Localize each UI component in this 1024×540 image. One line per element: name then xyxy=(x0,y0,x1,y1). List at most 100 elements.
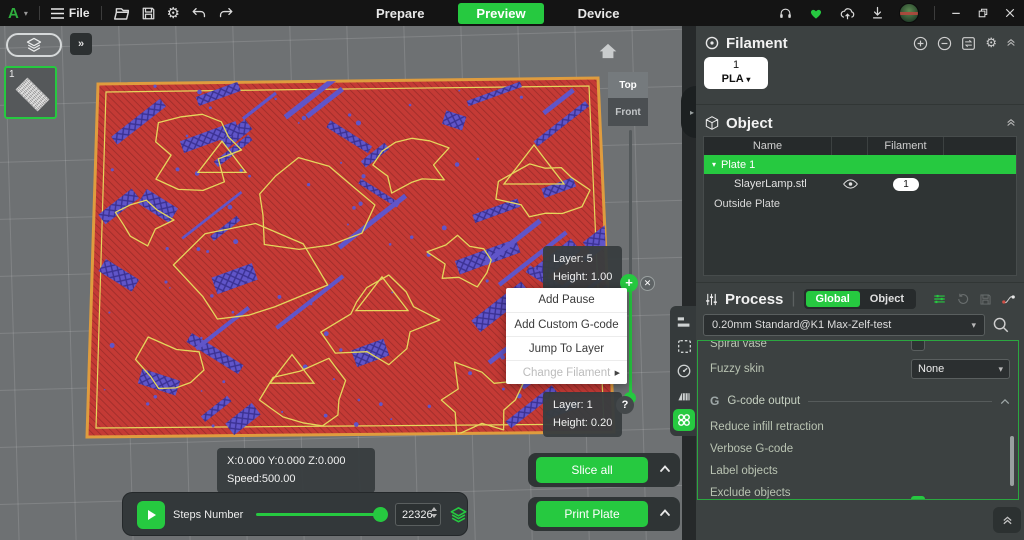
viewport-3d[interactable]: » 1 Top Front Layer: 5 Height: 1.00 + ✕ … xyxy=(0,26,682,540)
close-icon xyxy=(1006,9,1014,17)
maximize-button[interactable] xyxy=(977,7,989,19)
scope-global[interactable]: Global xyxy=(806,291,860,307)
setting-label: Label objects xyxy=(710,465,778,477)
filament-assignment-badge[interactable]: 1 xyxy=(893,178,919,191)
plate-preview-image xyxy=(16,78,50,112)
speed-view-button[interactable] xyxy=(673,360,695,382)
grid-circles-icon xyxy=(684,420,689,425)
setting-reduce-infill-retraction: Reduce infill retraction ✓ xyxy=(698,417,1018,437)
section-gcode-output[interactable]: G G-code output xyxy=(698,391,1018,411)
setting-label: Reduce infill retraction xyxy=(710,421,824,433)
search-settings-button[interactable] xyxy=(992,316,1010,334)
steps-number-input[interactable]: 22326 xyxy=(395,503,441,526)
remove-marker-button[interactable]: ✕ xyxy=(640,276,655,291)
help-button[interactable]: ? xyxy=(616,396,634,414)
caret-down-icon: ▾ xyxy=(746,75,750,84)
viewcube-top-face[interactable]: Top xyxy=(608,72,648,98)
play-button[interactable] xyxy=(137,501,165,529)
outside-plate-label: Outside Plate xyxy=(704,198,832,210)
app-logo[interactable]: A xyxy=(8,5,19,22)
plate-list-expand-button[interactable]: » xyxy=(70,33,92,55)
multi-plate-view-button[interactable] xyxy=(673,409,695,431)
preset-dropdown[interactable]: 0.20mm Standard@K1 Max-Zelf-test ▾ xyxy=(703,314,985,336)
sync-filament-button[interactable] xyxy=(961,36,976,51)
panel-bottom-collapse-button[interactable] xyxy=(993,507,1021,533)
column-extra xyxy=(944,137,1016,155)
filament-slot-card[interactable]: 1 PLA ▾ xyxy=(704,57,768,89)
dashed-square-icon xyxy=(678,341,690,353)
file-menu[interactable]: File xyxy=(51,6,90,20)
tab-preview[interactable]: Preview xyxy=(458,3,543,24)
headset-icon xyxy=(788,14,791,18)
layer-top-value: Layer: 5 xyxy=(553,251,612,269)
menu-item-change-filament[interactable]: Change Filament ▶ xyxy=(506,360,627,384)
print-options-chevron[interactable] xyxy=(659,508,671,517)
steps-slider-thumb[interactable] xyxy=(373,507,388,522)
process-title: Process xyxy=(725,291,783,308)
height-bottom-value: Height: 0.20 xyxy=(553,415,612,433)
scope-object[interactable]: Object xyxy=(860,291,914,307)
download-button[interactable] xyxy=(871,6,884,20)
section-collapse-chevron[interactable] xyxy=(1000,398,1010,405)
logo-chevron-down-icon[interactable]: ▾ xyxy=(24,9,28,18)
steps-slider-track[interactable] xyxy=(256,513,381,516)
save-preset-button[interactable] xyxy=(979,293,992,306)
object-collapse-button[interactable] xyxy=(1006,118,1016,128)
setting-label: Verbose G-code xyxy=(710,443,793,455)
setting-label: Spiral vase xyxy=(710,340,767,350)
tune-parameters-button[interactable] xyxy=(932,292,947,306)
home-view-icon[interactable] xyxy=(598,42,618,60)
marquee-select-button[interactable] xyxy=(673,336,695,358)
user-avatar[interactable] xyxy=(899,3,919,23)
open-folder-button[interactable] xyxy=(113,6,130,21)
object-title: Object xyxy=(726,115,773,132)
spin-up-icon[interactable] xyxy=(431,507,437,511)
setting-label: Exclude objects xyxy=(710,487,791,499)
viewcube-front-face[interactable]: Front xyxy=(608,98,648,126)
minimize-button[interactable] xyxy=(950,7,962,19)
spinner-arrows[interactable] xyxy=(431,507,437,518)
spiral-vase-checkbox[interactable] xyxy=(911,340,925,351)
gcode-section-icon: G xyxy=(710,394,719,408)
slice-options-chevron[interactable] xyxy=(659,464,671,473)
save-button[interactable] xyxy=(141,6,156,21)
cloud-upload-button[interactable] xyxy=(839,6,856,20)
settings-button[interactable]: ⚙ xyxy=(167,4,180,22)
filament-collapse-button[interactable] xyxy=(1006,38,1016,48)
spin-down-icon[interactable] xyxy=(431,514,437,518)
layers-view-button[interactable] xyxy=(6,33,62,57)
advanced-mode-button[interactable] xyxy=(1001,293,1016,306)
fuzzy-skin-select[interactable]: None ▾ xyxy=(911,359,1010,379)
tab-device[interactable]: Device xyxy=(568,4,630,23)
remove-filament-button[interactable] xyxy=(937,36,952,51)
menu-item-add-pause[interactable]: Add Pause xyxy=(506,288,627,312)
favorite-button[interactable] xyxy=(808,6,824,20)
layer-stats-button[interactable] xyxy=(673,311,695,333)
layer-slider-track[interactable] xyxy=(629,130,632,283)
slice-all-button[interactable]: Slice all xyxy=(536,457,648,483)
menu-item-add-custom-gcode[interactable]: Add Custom G-code xyxy=(506,312,627,336)
cloud-upload-icon xyxy=(846,14,850,19)
add-filament-button[interactable] xyxy=(913,36,928,51)
table-row-outside-plate[interactable]: Outside Plate xyxy=(704,194,1016,214)
close-button[interactable] xyxy=(1004,7,1016,19)
layers-toggle-button[interactable] xyxy=(449,506,468,524)
table-row-object[interactable]: SlayerLamp.stl 1 xyxy=(704,174,1016,194)
reset-button[interactable] xyxy=(956,292,970,306)
caret-down-icon: ▾ xyxy=(712,160,716,169)
panel-collapse-handle[interactable]: ▸ xyxy=(681,86,696,138)
visibility-toggle[interactable] xyxy=(832,179,868,189)
menu-item-jump-to-layer[interactable]: Jump To Layer xyxy=(506,336,627,360)
restore-icon xyxy=(982,9,987,14)
gear-icon: ⚙ xyxy=(167,4,180,22)
build-plate-button[interactable] xyxy=(673,385,695,407)
plate-thumbnail[interactable]: 1 xyxy=(4,66,57,119)
support-button[interactable] xyxy=(778,6,793,21)
settings-scrollbar[interactable] xyxy=(1010,436,1014,486)
tab-prepare[interactable]: Prepare xyxy=(366,4,434,23)
print-plate-button[interactable]: Print Plate xyxy=(536,501,648,527)
undo-button[interactable] xyxy=(191,6,207,20)
table-row-plate[interactable]: ▾ Plate 1 xyxy=(704,155,1016,174)
layer-slider-selected-range[interactable] xyxy=(629,283,632,401)
redo-button[interactable] xyxy=(218,6,234,20)
